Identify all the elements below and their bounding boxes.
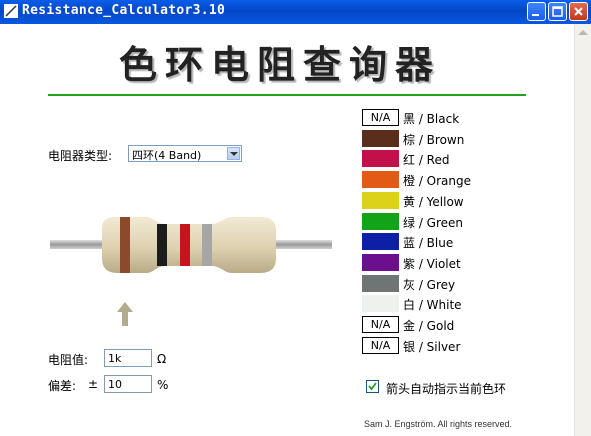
legend-label: 棕 / Brown [403, 132, 465, 147]
copyright-text: Sam J. Engström. All rights reserved. [364, 419, 513, 429]
resistance-unit: Ω [157, 352, 167, 366]
color-swatch [362, 191, 399, 209]
band-pointer-arrow [117, 302, 133, 326]
resistor-band-silver [202, 224, 212, 266]
maximize-button[interactable] [548, 2, 567, 21]
legend-label: 蓝 / Blue [403, 236, 454, 251]
tolerance-prefix: ± [88, 377, 99, 391]
legend-label: 黑 / Black [403, 112, 460, 126]
checkmark-icon [368, 382, 377, 391]
color-swatch [362, 129, 399, 147]
legend-row: 棕 / Brown [362, 129, 562, 147]
color-swatch: N/A [362, 109, 399, 126]
legend-row: N/A 银 / Silver [362, 336, 562, 354]
legend-row: 灰 / Grey [362, 274, 562, 292]
window-title: Resistance_Calculator3.10 [22, 3, 226, 18]
legend-label: 黄 / Yellow [403, 194, 464, 209]
color-swatch [362, 171, 399, 189]
close-button[interactable] [569, 2, 588, 21]
scroll-up-icon[interactable] [578, 30, 588, 35]
color-swatch [362, 295, 399, 313]
title-divider [48, 94, 526, 96]
resistor-type-label: 电阻器类型: [48, 149, 113, 163]
tolerance-unit: % [157, 378, 169, 392]
legend-label: 红 / Red [403, 153, 450, 168]
color-swatch [362, 253, 399, 271]
color-swatch: N/A [362, 316, 399, 333]
resistance-label: 电阻值: [48, 353, 89, 367]
legend-row: 红 / Red [362, 149, 562, 168]
legend-label: 白 / White [403, 298, 462, 313]
legend-row: N/A 黑 / Black [362, 108, 562, 126]
vertical-scrollbar[interactable] [574, 24, 591, 436]
color-swatch [362, 233, 399, 251]
auto-arrow-checkbox[interactable] [366, 380, 379, 393]
app-icon [4, 4, 18, 18]
legend-label: 橙 / Orange [403, 174, 472, 189]
legend-row: 白 / White [362, 294, 562, 313]
resistor-type-select[interactable]: 四环(4 Band) [128, 145, 242, 162]
resistor-graphic [50, 217, 332, 273]
legend-row: 黄 / Yellow [362, 191, 562, 209]
title-bar[interactable]: Resistance_Calculator3.10 [0, 0, 591, 24]
resistance-input[interactable] [104, 349, 152, 367]
resistor-type-value: 四环(4 Band) [132, 149, 202, 162]
legend-label: 金 / Gold [403, 319, 455, 333]
maximize-icon [552, 6, 563, 17]
legend-row: 紫 / Violet [362, 253, 562, 271]
legend-row: N/A 金 / Gold [362, 315, 562, 333]
chevron-down-icon[interactable] [227, 147, 240, 160]
legend-label: 紫 / Violet [403, 256, 461, 271]
legend-label: 绿 / Green [403, 215, 464, 230]
color-swatch [362, 212, 399, 230]
tolerance-label: 偏差: [48, 379, 77, 393]
legend-row: 绿 / Green [362, 212, 562, 230]
auto-arrow-label: 箭头自动指示当前色环 [386, 382, 507, 396]
legend-label: 银 / Silver [403, 339, 461, 354]
color-swatch [362, 150, 399, 168]
tolerance-input[interactable] [104, 375, 152, 393]
legend-row: 橙 / Orange [362, 170, 562, 189]
page-title: 色环电阻查询器 [118, 42, 441, 87]
resistor-band-red [180, 224, 190, 266]
legend-label: 灰 / Grey [403, 277, 456, 292]
resistor-band-brown [120, 217, 130, 273]
resistor-band-black [157, 224, 167, 266]
minimize-button[interactable] [527, 2, 546, 21]
color-swatch: N/A [362, 336, 399, 354]
close-icon [574, 7, 583, 16]
minimize-icon [532, 14, 539, 16]
legend-row: 蓝 / Blue [362, 232, 562, 251]
color-swatch [362, 274, 399, 292]
